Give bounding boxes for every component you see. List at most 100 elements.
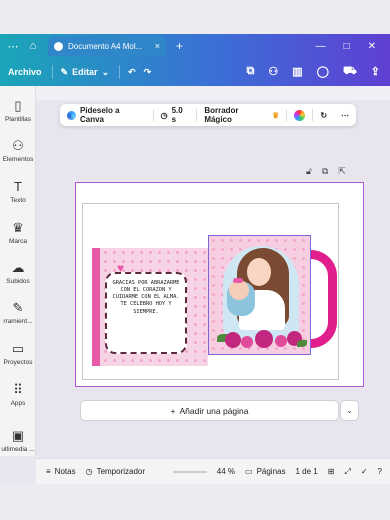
sidebar-item-uploads[interactable]: ☁ Subidos xyxy=(0,260,36,285)
minimize-button[interactable]: — xyxy=(316,41,326,52)
canva-ai-icon xyxy=(67,110,76,120)
floating-toolbar: Pídeselo a Canva ◷ 5.0 s Borrador Mágico… xyxy=(60,104,356,126)
add-page-button[interactable]: + Añadir una página xyxy=(80,400,339,421)
more-icon: ⋯ xyxy=(341,110,350,120)
sidebar-item-text[interactable]: T Texto xyxy=(0,179,36,204)
sidebar-item-media[interactable]: ▣ ultimedia ... xyxy=(0,428,36,453)
flower xyxy=(255,330,273,348)
zoom-level[interactable]: 44 % xyxy=(217,467,235,476)
sidebar-item-label: Elementos xyxy=(2,156,34,163)
magic-eraser-button[interactable]: Borrador Mágico ♛ xyxy=(197,104,286,126)
crown-icon: ♛ xyxy=(12,220,24,235)
maximize-button[interactable]: □ xyxy=(344,41,350,52)
pages-button[interactable]: ▭ Páginas xyxy=(245,467,285,476)
timer-button[interactable]: ◷ Temporizador xyxy=(86,467,145,476)
grid-view-icon[interactable]: ⊞ xyxy=(328,467,335,476)
edit-menu-button[interactable]: ✎ Editar ⌄ xyxy=(61,67,110,78)
sidebar-item-elements[interactable]: ⚇ Elementos xyxy=(0,138,36,163)
desktop-strip-bottom xyxy=(0,484,390,520)
share-people-icon[interactable]: ⚇ xyxy=(268,65,278,79)
sidebar-item-label: rramient... xyxy=(3,318,33,325)
zoom-slider[interactable] xyxy=(172,470,207,473)
chevron-down-icon: ⌄ xyxy=(346,406,353,415)
sidebar-item-label: Plantillas xyxy=(4,116,31,123)
upload-icon[interactable]: ⇪ xyxy=(371,65,380,79)
statusbar-right: 44 % ▭ Páginas 1 de 1 ⊞ ⤢ ✓ ? xyxy=(172,467,390,477)
edit-menu-label: Editar xyxy=(72,67,98,77)
sidebar-item-label: Apps xyxy=(10,400,26,407)
more-options-button[interactable]: ⋯ xyxy=(334,104,356,126)
file-menu-button[interactable]: Archivo xyxy=(8,67,42,77)
refresh-button[interactable]: ↻ xyxy=(313,104,334,126)
add-page-icon[interactable]: ⇱ xyxy=(338,166,346,177)
duplicate-icon[interactable]: ⧉ xyxy=(322,166,328,177)
message-note[interactable]: GRACIAS POR ABRAZARME CON EL CORAZON Y C… xyxy=(105,272,187,354)
draw-tool-icon: ✎ xyxy=(12,300,24,315)
add-page-dropdown[interactable]: ⌄ xyxy=(340,400,359,421)
undo-button[interactable]: ↶ xyxy=(128,67,136,78)
add-page-label: Añadir una página xyxy=(179,405,249,416)
comment-icon[interactable]: ◯ xyxy=(317,65,329,79)
check-icon[interactable]: ✓ xyxy=(361,467,368,476)
sidebar-item-brand[interactable]: ♛ Marca xyxy=(0,220,36,245)
magic-eraser-label: Borrador Mágico xyxy=(204,106,239,124)
baby-bow xyxy=(233,278,243,283)
ask-canva-button[interactable]: Pídeselo a Canva xyxy=(60,104,153,126)
tab-close-icon[interactable]: × xyxy=(155,41,160,51)
resize-icon[interactable]: ⧉ xyxy=(246,65,254,79)
clock-icon: ◷ xyxy=(160,110,168,120)
sidebar-item-apps[interactable]: ⠿ Apps xyxy=(0,382,36,407)
text-icon: T xyxy=(14,179,22,194)
toolbar-divider xyxy=(119,65,121,79)
chart-icon[interactable]: ▥ xyxy=(292,65,302,79)
color-picker-button[interactable] xyxy=(287,104,312,126)
home-icon[interactable]: ⌂ xyxy=(26,39,40,53)
sidebar-item-templates[interactable]: ▯ Plantillas xyxy=(0,98,36,123)
fullscreen-icon[interactable]: ⤢ xyxy=(344,467,350,477)
sidebar-item-label: Marca xyxy=(8,238,28,245)
duration-value: 5.0 s xyxy=(171,106,183,124)
sidebar-item-label: Subidos xyxy=(6,278,30,285)
sidebar-item-projects[interactable]: ▭ Proyectos xyxy=(0,341,36,366)
pages-label: Páginas xyxy=(256,467,286,476)
toolbar-divider xyxy=(51,65,53,79)
help-icon[interactable]: ? xyxy=(378,467,382,476)
pages-icon: ▭ xyxy=(245,467,253,476)
app-window: ⋯ ⌂ Documento A4 Mol... × + — □ ✕ Archiv… xyxy=(0,0,390,520)
page-counter: 1 de 1 xyxy=(295,467,318,476)
color-wheel-icon xyxy=(294,109,306,121)
file-menu-label: Archivo xyxy=(8,67,42,77)
mug-handle[interactable] xyxy=(311,250,337,348)
ask-canva-label: Pídeselo a Canva xyxy=(79,106,120,124)
flower xyxy=(275,335,287,347)
elements-icon: ⚇ xyxy=(12,138,24,153)
redo-icon: ↷ xyxy=(143,66,152,77)
mother-face xyxy=(247,258,271,286)
lock-icon[interactable]: 🔓︎ xyxy=(306,166,312,177)
truck-icon[interactable]: ⛟ xyxy=(343,65,357,79)
new-tab-button[interactable]: + xyxy=(176,39,183,53)
timer-icon: ◷ xyxy=(85,467,93,476)
flower-decoration xyxy=(213,326,308,354)
browser-tab[interactable]: Documento A4 Mol... × xyxy=(48,36,166,56)
baby-face xyxy=(229,280,249,300)
ruler xyxy=(36,86,390,100)
duration-button[interactable]: ◷ 5.0 s xyxy=(154,104,197,126)
close-window-button[interactable]: ✕ xyxy=(368,41,376,52)
chevron-down-icon: ⌄ xyxy=(101,66,110,77)
tab-title: Documento A4 Mol... xyxy=(68,41,143,51)
message-text: GRACIAS POR ABRAZARME CON EL CORAZON Y C… xyxy=(112,280,180,315)
toolbar-right-icons: ⧉ ⚇ ▥ ◯ ⛟ ⇪ xyxy=(246,65,390,79)
pencil-icon: ✎ xyxy=(60,66,69,77)
flower xyxy=(225,332,241,348)
redo-button[interactable]: ↷ xyxy=(144,67,152,78)
flower xyxy=(241,336,253,348)
notes-button[interactable]: ≡ Notas xyxy=(46,467,76,476)
cloud-upload-icon: ☁ xyxy=(11,260,25,275)
apps-grid-icon[interactable]: ⋯ xyxy=(6,39,20,53)
sidebar-item-tools[interactable]: ✎ rramient... xyxy=(0,300,36,325)
sidebar-item-label: ultimedia ... xyxy=(1,446,35,453)
mug-wrap-right-panel[interactable] xyxy=(208,235,311,355)
browser-tabbar: ⋯ ⌂ Documento A4 Mol... × + — □ ✕ xyxy=(0,34,390,58)
apps-icon: ⠿ xyxy=(13,382,23,397)
